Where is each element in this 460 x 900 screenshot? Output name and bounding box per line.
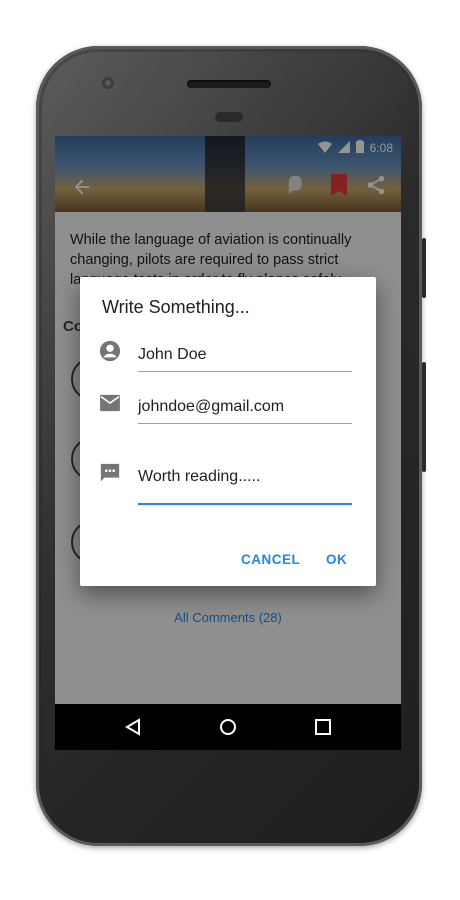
- nav-recents-icon[interactable]: [311, 715, 335, 739]
- front-camera: [102, 77, 114, 89]
- message-icon: [98, 461, 122, 485]
- email-row: johndoe@gmail.com: [98, 391, 358, 431]
- volume-button: [422, 362, 426, 472]
- name-field[interactable]: John Doe: [138, 341, 352, 372]
- person-icon: [98, 339, 122, 363]
- earpiece-speaker: [187, 80, 271, 88]
- power-button: [422, 238, 426, 298]
- ok-button[interactable]: OK: [326, 552, 347, 567]
- email-field[interactable]: johndoe@gmail.com: [138, 393, 352, 424]
- email-icon: [98, 391, 122, 415]
- message-row: Worth reading.....: [98, 461, 358, 505]
- nav-back-icon[interactable]: [121, 715, 145, 739]
- dialog-title: Write Something...: [102, 297, 250, 317]
- write-something-dialog: Write Something... John Doe johndoe@gmai…: [80, 277, 376, 586]
- message-field[interactable]: Worth reading.....: [138, 463, 352, 505]
- nav-home-icon[interactable]: [216, 715, 240, 739]
- system-nav-bar: [55, 704, 401, 750]
- proximity-sensor: [215, 112, 243, 122]
- name-row: John Doe: [98, 339, 358, 379]
- cancel-button[interactable]: CANCEL: [241, 552, 300, 567]
